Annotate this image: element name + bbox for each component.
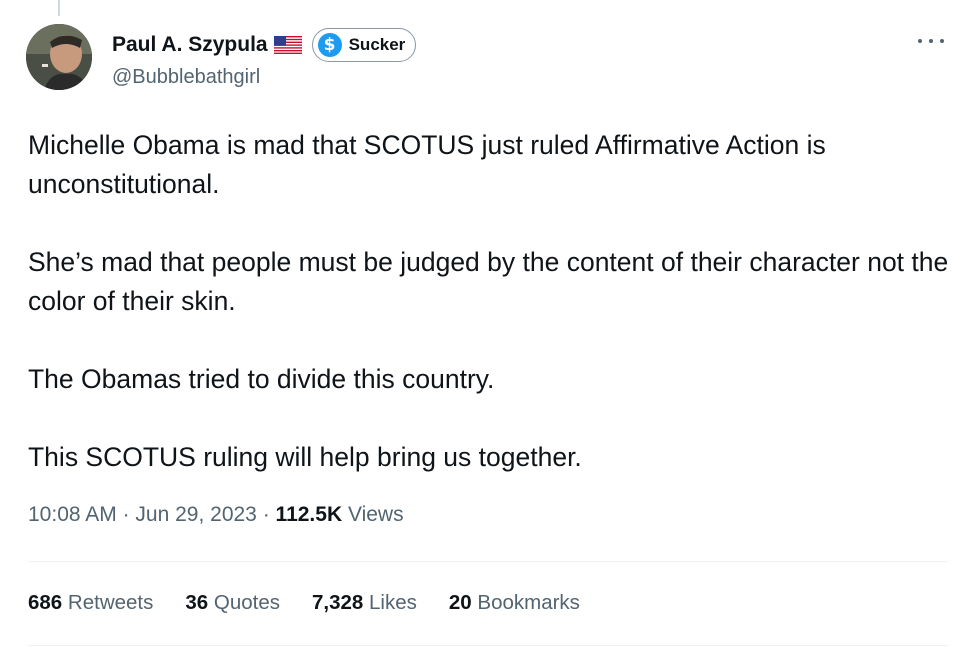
tweet-paragraph: The Obamas tried to divide this country. (28, 364, 495, 394)
tweet-paragraph: This SCOTUS ruling will help bring us to… (28, 442, 582, 472)
stat-bookmarks[interactable]: 20 Bookmarks (449, 591, 580, 615)
stat-retweets[interactable]: 686 Retweets (28, 591, 153, 615)
engagement-stats: 686 Retweets 36 Quotes 7,328 Likes 20 Bo… (28, 591, 612, 615)
tweet-meta: 10:08 AM · Jun 29, 2023 · 112.5K Views (28, 503, 404, 527)
divider (28, 645, 948, 646)
stat-label: Quotes (213, 591, 281, 614)
author-name-row: Paul A. Szypula $ Sucker (112, 26, 417, 64)
stat-label: Bookmarks (477, 591, 580, 614)
tweet-paragraph: She’s mad that people must be judged by … (28, 247, 949, 316)
stat-quotes[interactable]: 36 Quotes (185, 591, 280, 615)
stat-likes[interactable]: 7,328 Likes (312, 591, 417, 615)
meta-separator: · (122, 503, 130, 526)
stat-count: 7,328 (312, 591, 364, 614)
tweet-paragraph: Michelle Obama is mad that SCOTUS just r… (28, 130, 826, 199)
stat-count: 686 (28, 591, 63, 614)
affiliation-label[interactable]: $ Sucker (311, 28, 417, 62)
display-name[interactable]: Paul A. Szypula (112, 33, 268, 57)
stat-label: Likes (369, 591, 417, 614)
avatar[interactable] (26, 24, 92, 90)
affiliation-label-text: Sucker (348, 35, 406, 54)
tweet-text: Michelle Obama is mad that SCOTUS just r… (28, 126, 958, 477)
views-count[interactable]: 112.5K (276, 503, 343, 526)
stat-label: Retweets (67, 591, 154, 614)
user-handle[interactable]: @Bubblebathgirl (112, 66, 260, 89)
tweet-date[interactable]: Jun 29, 2023 (135, 503, 256, 526)
avatar-image (26, 24, 92, 90)
tweet-time[interactable]: 10:08 AM (28, 503, 117, 526)
stat-count: 20 (448, 591, 472, 614)
more-options-icon[interactable] (916, 30, 946, 52)
views-label: Views (347, 503, 404, 526)
thread-line (58, 0, 60, 16)
dollar-icon: $ (317, 33, 342, 57)
divider (28, 561, 948, 562)
stat-count: 36 (185, 591, 209, 614)
us-flag-icon (273, 36, 302, 54)
meta-separator: · (262, 503, 270, 526)
